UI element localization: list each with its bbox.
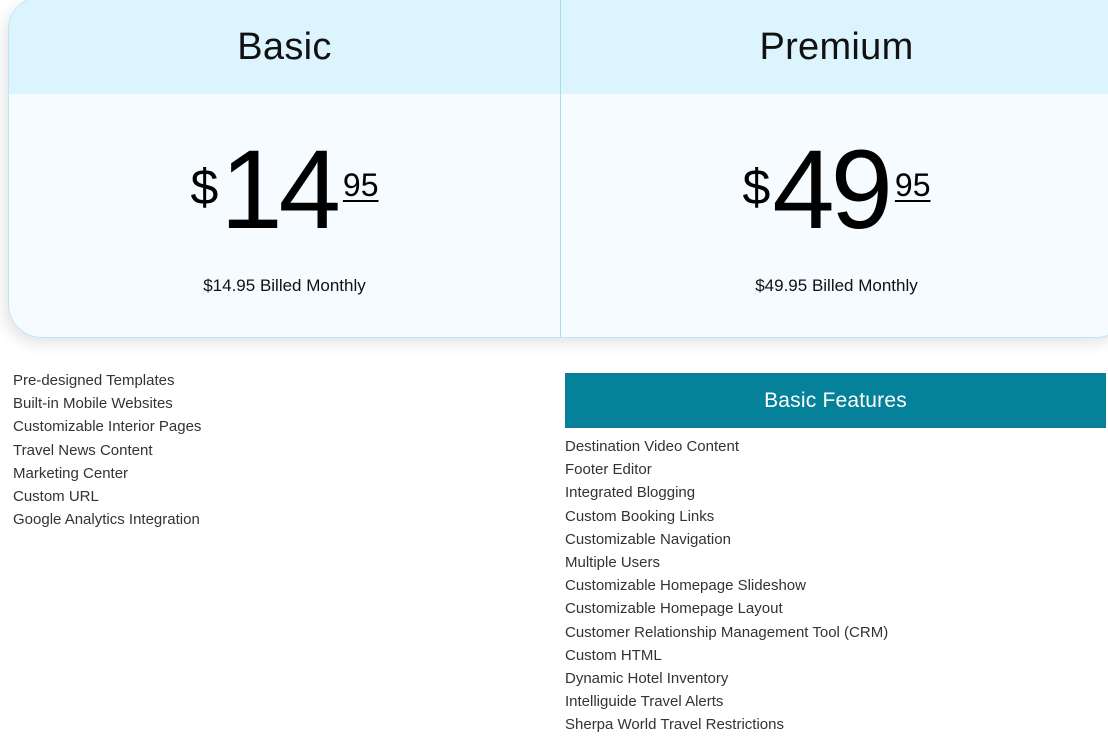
feature-item: Dynamic Hotel Inventory xyxy=(565,669,729,687)
feature-item: Customizable Navigation xyxy=(565,530,731,548)
feature-item: Custom URL xyxy=(13,487,99,505)
premium-feature-list: Destination Video Content Footer Editor … xyxy=(565,435,888,736)
price: $ 14 95 xyxy=(9,124,560,246)
feature-item: Travel News Content xyxy=(13,441,153,459)
feature-item: Customer Relationship Management Tool (C… xyxy=(565,623,889,641)
feature-item: Intelliguide Travel Alerts xyxy=(565,693,724,711)
feature-item: Custom Booking Links xyxy=(565,507,715,525)
feature-item: Marketing Center xyxy=(13,464,129,482)
price-whole: 49 xyxy=(772,127,893,252)
plan-name: Premium xyxy=(759,26,914,68)
pricing-card: Basic $ 14 95 $14.95 Billed Monthly Prem… xyxy=(8,0,1108,338)
feature-item: Google Analytics Integration xyxy=(13,511,200,529)
plan-name: Basic xyxy=(237,26,332,68)
plan-header: Premium xyxy=(561,0,1108,94)
basic-feature-list: Pre-designed Templates Built-in Mobile W… xyxy=(13,369,201,531)
price-cents: 95 xyxy=(894,167,931,203)
feature-item: Multiple Users xyxy=(565,553,661,571)
basic-features-header: Basic Features xyxy=(565,373,1106,428)
feature-item: Customizable Homepage Slideshow xyxy=(565,577,806,595)
feature-item: Sherpa World Travel Restrictions xyxy=(565,716,784,734)
billing-note: $14.95 Billed Monthly xyxy=(203,276,366,295)
feature-item: Custom HTML xyxy=(565,646,662,664)
price-currency: $ xyxy=(190,159,219,215)
price: $ 49 95 xyxy=(561,124,1108,246)
feature-item: Integrated Blogging xyxy=(565,484,696,502)
plan-header: Basic xyxy=(9,0,560,94)
price-whole: 14 xyxy=(220,127,341,252)
plan-basic[interactable]: Basic $ 14 95 $14.95 Billed Monthly xyxy=(9,0,560,337)
plan-premium[interactable]: Premium $ 49 95 $49.95 Billed Monthly xyxy=(560,0,1108,337)
price-cents: 95 xyxy=(342,167,379,203)
feature-item: Footer Editor xyxy=(565,461,652,479)
feature-item: Pre-designed Templates xyxy=(13,372,175,389)
feature-item: Customizable Homepage Layout xyxy=(565,600,783,618)
pricing-page: Basic $ 14 95 $14.95 Billed Monthly Prem… xyxy=(0,0,1108,752)
plan-body: $ 14 95 $14.95 Billed Monthly xyxy=(9,94,560,337)
feature-item: Built-in Mobile Websites xyxy=(13,395,173,413)
plan-body: $ 49 95 $49.95 Billed Monthly xyxy=(561,94,1108,337)
feature-item: Destination Video Content xyxy=(565,438,740,455)
price-currency: $ xyxy=(742,159,771,215)
billing-note: $49.95 Billed Monthly xyxy=(755,276,918,295)
feature-item: Customizable Interior Pages xyxy=(13,418,202,436)
